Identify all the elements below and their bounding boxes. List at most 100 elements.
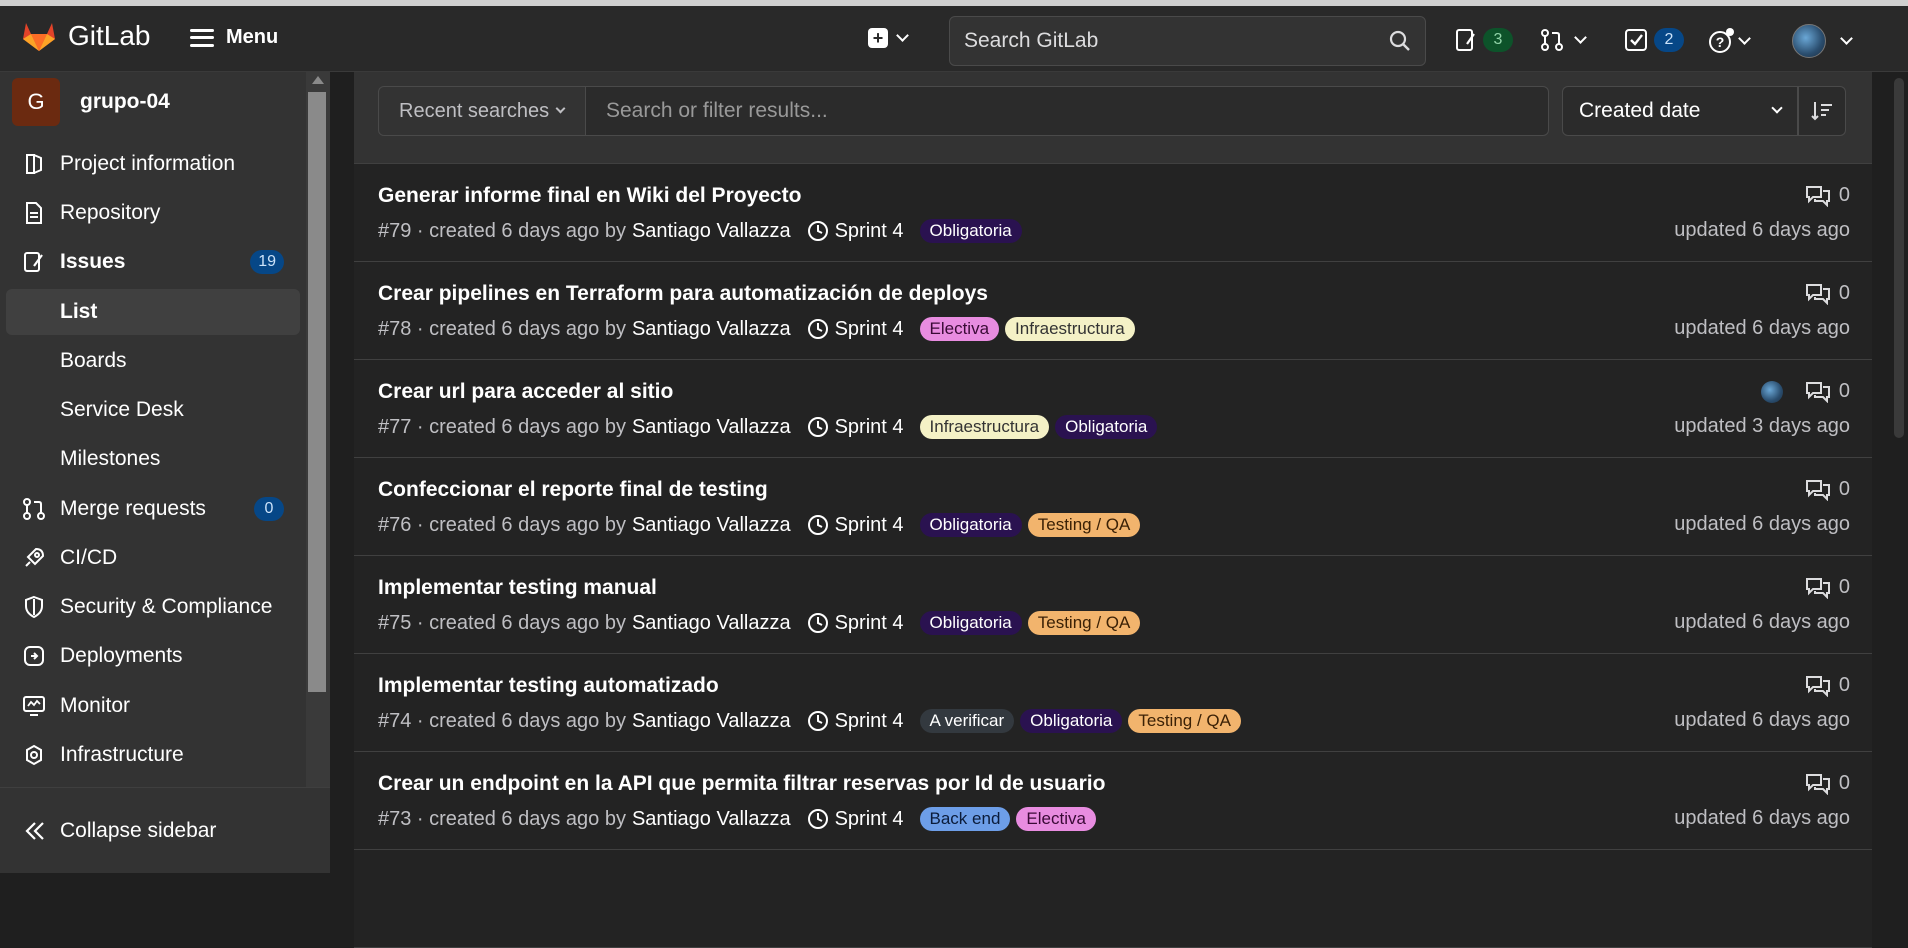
issue-updated-at: updated 6 days ago — [1674, 611, 1850, 633]
issue-comments[interactable]: 0 — [1805, 576, 1850, 599]
issue-milestone[interactable]: Sprint 4 — [807, 318, 904, 341]
sidebar-item-deployments[interactable]: Deployments — [6, 633, 300, 679]
sidebar-item-security-compliance[interactable]: Security & Compliance — [6, 584, 300, 630]
issue-label[interactable]: A verificar — [919, 709, 1015, 733]
milestone-label: Sprint 4 — [834, 415, 904, 438]
issue-label[interactable]: Infraestructura — [919, 415, 1050, 439]
sidebar-item-merge-requests[interactable]: Merge requests 0 — [6, 486, 300, 532]
issue-title-link[interactable]: Generar informe final en Wiki del Proyec… — [378, 184, 801, 208]
collapse-sidebar-button[interactable]: Collapse sidebar — [0, 787, 330, 873]
gitlab-logo[interactable]: GitLab — [22, 20, 151, 52]
recent-searches-dropdown[interactable]: Recent searches — [378, 86, 586, 136]
sidebar-item-issues[interactable]: Issues 19 — [6, 239, 300, 285]
issue-comments[interactable]: 0 — [1805, 772, 1850, 795]
issue-author-link[interactable]: Santiago Vallazza — [632, 220, 791, 243]
sidebar-item-boards[interactable]: Boards — [6, 338, 300, 384]
issue-author-link[interactable]: Santiago Vallazza — [632, 612, 791, 635]
assigned-issues-button[interactable]: 3 — [1455, 28, 1513, 52]
sidebar-item-service-desk[interactable]: Service Desk — [6, 387, 300, 433]
sidebar-item-ci-cd[interactable]: CI/CD — [6, 535, 300, 581]
issue-label[interactable]: Electiva — [919, 317, 1000, 341]
issue-row[interactable]: Confeccionar el reporte final de testing… — [354, 458, 1872, 556]
sidebar-item-infrastructure[interactable]: Infrastructure — [6, 732, 300, 778]
comments-icon — [1805, 283, 1830, 305]
issue-title-link[interactable]: Confeccionar el reporte final de testing — [378, 478, 768, 502]
sidebar-scrollbar-thumb[interactable] — [308, 92, 326, 692]
info-icon — [26, 154, 42, 174]
page-scrollbar[interactable] — [1890, 72, 1908, 873]
issue-title-link[interactable]: Crear url para acceder al sitio — [378, 380, 673, 404]
new-dropdown-button[interactable]: + — [868, 28, 909, 48]
issue-milestone[interactable]: Sprint 4 — [807, 710, 904, 733]
issue-comments[interactable]: 0 — [1805, 674, 1850, 697]
issue-title-link[interactable]: Implementar testing manual — [378, 576, 657, 600]
todos-button[interactable]: 2 — [1624, 28, 1684, 52]
issue-author-link[interactable]: Santiago Vallazza — [632, 318, 791, 341]
sidebar-item-milestones[interactable]: Milestones — [6, 436, 300, 482]
issue-comments[interactable]: 0 — [1805, 478, 1850, 501]
global-search-input[interactable]: Search GitLab — [949, 16, 1426, 66]
issue-labels: A verificar Obligatoria Testing / QA — [914, 709, 1241, 733]
filter-search-input[interactable]: Search or filter results... — [586, 86, 1549, 136]
issue-meta: #79 · created 6 days ago by Santiago Vall… — [378, 219, 1022, 243]
issue-row[interactable]: Crear url para acceder al sitio #77 · cre… — [354, 360, 1872, 458]
filter-bar: Recent searches Search or filter results… — [354, 72, 1872, 164]
sidebar-item-monitor[interactable]: Monitor — [6, 683, 300, 729]
issue-milestone[interactable]: Sprint 4 — [807, 220, 904, 243]
issue-label[interactable]: Infraestructura — [1005, 317, 1135, 341]
sidebar-item-list[interactable]: List — [6, 289, 300, 335]
sidebar-item-project-information[interactable]: Project information — [6, 141, 300, 187]
merge-requests-count-badge: 0 — [254, 497, 284, 521]
milestone-label: Sprint 4 — [834, 513, 904, 536]
sidebar-item-repository[interactable]: Repository — [6, 190, 300, 236]
issue-comments[interactable]: 0 — [1805, 184, 1850, 207]
user-menu-button[interactable] — [1792, 24, 1853, 58]
issue-label[interactable]: Back end — [919, 807, 1011, 831]
issue-label[interactable]: Testing / QA — [1027, 513, 1141, 537]
issue-row[interactable] — [354, 850, 1872, 948]
assignee-avatar[interactable] — [1760, 380, 1783, 403]
issue-row[interactable]: Crear un endpoint en la API que permita … — [354, 752, 1872, 850]
sort-by-dropdown[interactable]: Created date — [1562, 86, 1798, 136]
issue-author-link[interactable]: Santiago Vallazza — [632, 710, 791, 733]
issue-comments[interactable]: 0 — [1760, 380, 1850, 403]
issue-row[interactable]: Implementar testing automatizado #74 · cr… — [354, 654, 1872, 752]
merge-request-icon — [1541, 29, 1563, 51]
issue-label[interactable]: Obligatoria — [919, 611, 1022, 635]
issue-row[interactable]: Implementar testing manual #75 · created … — [354, 556, 1872, 654]
menu-button[interactable]: Menu — [190, 26, 278, 49]
double-chevron-left-icon — [25, 822, 44, 840]
issue-author-link[interactable]: Santiago Vallazza — [632, 808, 791, 831]
project-name: grupo-04 — [80, 90, 170, 113]
sort-label: Created date — [1579, 99, 1701, 122]
issue-comments[interactable]: 0 — [1805, 282, 1850, 305]
issue-row[interactable]: Generar informe final en Wiki del Proyec… — [354, 164, 1872, 262]
issue-author-link[interactable]: Santiago Vallazza — [632, 416, 791, 439]
rocket-icon — [25, 547, 45, 567]
issue-title-link[interactable]: Implementar testing automatizado — [378, 674, 719, 698]
issue-title-link[interactable]: Crear pipelines en Terraform para automa… — [378, 282, 988, 306]
issue-label[interactable]: Obligatoria — [919, 513, 1022, 537]
issue-milestone[interactable]: Sprint 4 — [807, 808, 904, 831]
sort-direction-button[interactable] — [1798, 86, 1846, 136]
issue-milestone[interactable]: Sprint 4 — [807, 612, 904, 635]
issue-label[interactable]: Testing / QA — [1027, 611, 1141, 635]
issue-milestone[interactable]: Sprint 4 — [807, 514, 904, 537]
help-button[interactable]: ? — [1708, 28, 1751, 54]
issue-row[interactable]: Crear pipelines en Terraform para automa… — [354, 262, 1872, 360]
issue-author-link[interactable]: Santiago Vallazza — [632, 514, 791, 537]
issue-label[interactable]: Testing / QA — [1128, 709, 1241, 733]
comments-icon — [1805, 479, 1830, 501]
deployments-icon — [24, 646, 44, 666]
issue-title-link[interactable]: Crear un endpoint en la API que permita … — [378, 772, 1105, 796]
merge-requests-button[interactable] — [1540, 28, 1587, 52]
page-scrollbar-thumb[interactable] — [1894, 78, 1904, 438]
sidebar-item-label: Issues — [60, 250, 126, 273]
issue-label[interactable]: Electiva — [1016, 807, 1096, 831]
scroll-up-arrow-icon[interactable] — [312, 76, 324, 84]
issue-label[interactable]: Obligatoria — [1020, 709, 1123, 733]
issue-label[interactable]: Obligatoria — [919, 219, 1022, 243]
issue-label[interactable]: Obligatoria — [1055, 415, 1158, 439]
issue-milestone[interactable]: Sprint 4 — [807, 416, 904, 439]
project-header[interactable]: G grupo-04 — [12, 78, 170, 126]
